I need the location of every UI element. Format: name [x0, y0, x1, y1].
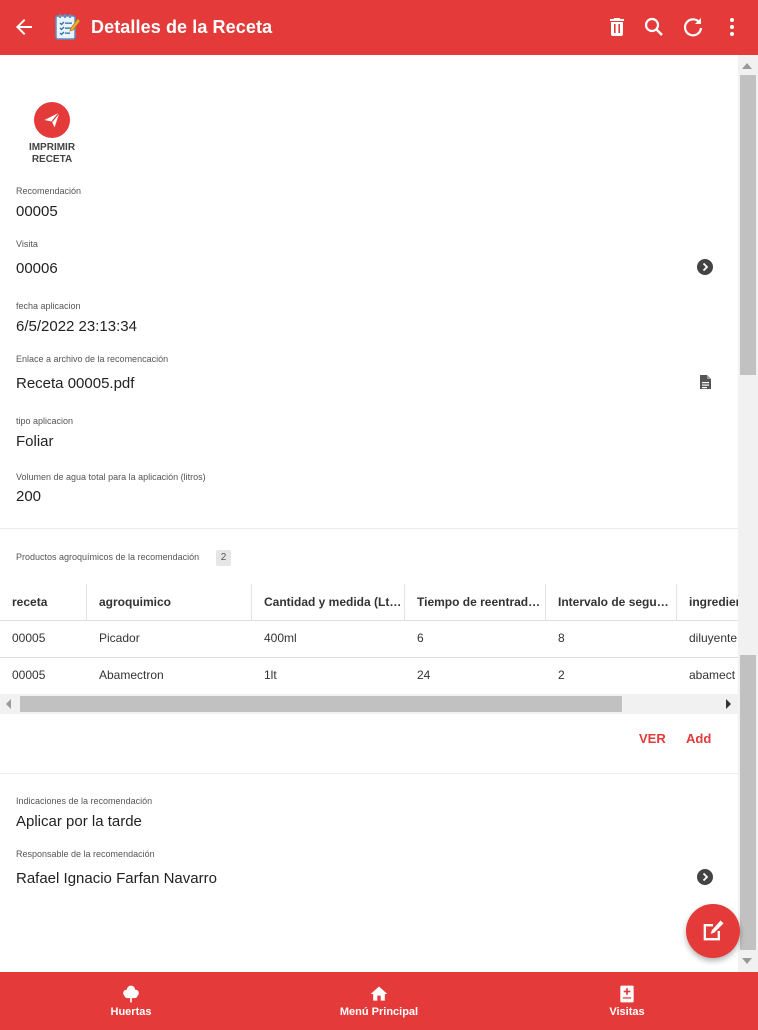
edit-fab-button[interactable]	[686, 904, 740, 958]
scroll-down-arrow-icon[interactable]	[742, 958, 752, 964]
responsable-value: Rafael Ignacio Farfan Navarro	[16, 870, 217, 887]
scrollbar-thumb[interactable]	[20, 696, 622, 712]
recomendacion-label: Recomendación	[16, 186, 82, 196]
recomendacion-value: 00005	[16, 203, 58, 220]
table-cell: 00005	[12, 668, 46, 682]
column-header-receta[interactable]: receta	[12, 584, 82, 620]
print-recipe-button[interactable]: IMPRIMIR RECETA	[20, 102, 84, 166]
nav-item-visitas[interactable]: Visitas	[567, 972, 687, 1030]
products-count-badge: 2	[216, 550, 231, 566]
edit-icon	[703, 920, 724, 941]
table-cell: 1lt	[264, 668, 277, 682]
scroll-right-arrow-icon[interactable]	[726, 699, 731, 709]
scroll-left-arrow-icon[interactable]	[6, 699, 11, 709]
table-cell: diluyente	[689, 631, 738, 645]
volumen-value: 200	[16, 488, 42, 505]
delete-icon[interactable]	[605, 15, 629, 39]
tree-icon	[123, 985, 139, 1003]
chevron-right-circle-icon[interactable]	[697, 259, 713, 275]
products-label: Productos agroquímicos de la recomendaci…	[16, 552, 200, 562]
detail-content	[0, 55, 738, 972]
table-cell: 8	[558, 631, 565, 645]
volumen-label: Volumen de agua total para la aplicación…	[16, 472, 206, 482]
table-cell: abamect	[689, 668, 736, 682]
column-header-cantidad[interactable]: Cantidad y medida (Lts,...	[264, 584, 402, 620]
add-button[interactable]: Add	[686, 731, 711, 746]
table-horizontal-scrollbar[interactable]	[0, 694, 738, 714]
scroll-up-arrow-icon[interactable]	[742, 63, 752, 69]
scrollbar-track-segment	[740, 655, 756, 950]
search-icon[interactable]	[642, 15, 666, 39]
column-header-intervalo-seguridad[interactable]: Intervalo de seguri...	[558, 584, 672, 620]
more-vert-icon[interactable]	[720, 15, 744, 39]
ver-button[interactable]: VER	[639, 731, 666, 746]
home-icon	[370, 986, 388, 1001]
nav-item-label: Menú Principal	[339, 1006, 419, 1018]
section-divider	[0, 528, 738, 529]
chevron-right-circle-icon[interactable]	[697, 869, 713, 885]
table-cell: 24	[417, 668, 431, 682]
indicaciones-label: Indicaciones de la recomendación	[16, 796, 153, 806]
column-header-tiempo-reentrada[interactable]: Tiempo de reentrada ...	[417, 584, 543, 620]
table-cell: Abamectron	[99, 668, 164, 682]
indicaciones-value: Aplicar por la tarde	[16, 813, 142, 830]
column-header-agroquimico[interactable]: agroquimico	[99, 584, 247, 620]
fecha-value: 6/5/2022 23:13:34	[16, 318, 137, 335]
refresh-icon[interactable]	[681, 15, 705, 39]
print-recipe-label: IMPRIMIR RECETA	[28, 142, 76, 165]
fecha-label: fecha aplicacion	[16, 301, 81, 311]
table-cell: 6	[417, 631, 424, 645]
visita-value: 00006	[16, 260, 58, 277]
page-title: Detalles de la Receta	[91, 17, 273, 37]
responsable-label: Responsable de la recomendación	[16, 849, 155, 859]
products-table: receta agroquimico Cantidad y medida (Lt…	[0, 584, 738, 694]
table-cell: 400ml	[264, 631, 297, 645]
document-icon[interactable]	[697, 374, 713, 390]
vertical-scrollbar[interactable]	[738, 55, 758, 972]
nav-item-label: Visitas	[609, 1006, 645, 1018]
medical-book-icon	[620, 985, 634, 1003]
nav-item-label: Huertas	[110, 1006, 152, 1018]
enlace-value[interactable]: Receta 00005.pdf	[16, 375, 134, 392]
recipe-notepad-icon	[55, 14, 81, 40]
scrollbar-thumb[interactable]	[740, 75, 756, 375]
bottom-navigation: Huertas Menú Principal Visitas	[0, 972, 758, 1030]
nav-item-huertas[interactable]: Huertas	[71, 972, 191, 1030]
nav-item-menu-principal[interactable]: Menú Principal	[319, 972, 439, 1030]
app-bar: Detalles de la Receta	[0, 0, 758, 55]
column-header-ingrediente[interactable]: ingredien	[689, 584, 738, 620]
tipo-value: Foliar	[16, 433, 54, 450]
section-divider	[0, 773, 738, 774]
tipo-label: tipo aplicacion	[16, 416, 74, 426]
table-cell: Picador	[99, 631, 140, 645]
back-arrow-icon[interactable]	[12, 15, 36, 39]
table-cell: 2	[558, 668, 565, 682]
send-icon	[44, 112, 60, 128]
table-cell: 00005	[12, 631, 46, 645]
enlace-label: Enlace a archivo de la recomencación	[16, 354, 169, 364]
visita-label: Visita	[16, 239, 38, 249]
